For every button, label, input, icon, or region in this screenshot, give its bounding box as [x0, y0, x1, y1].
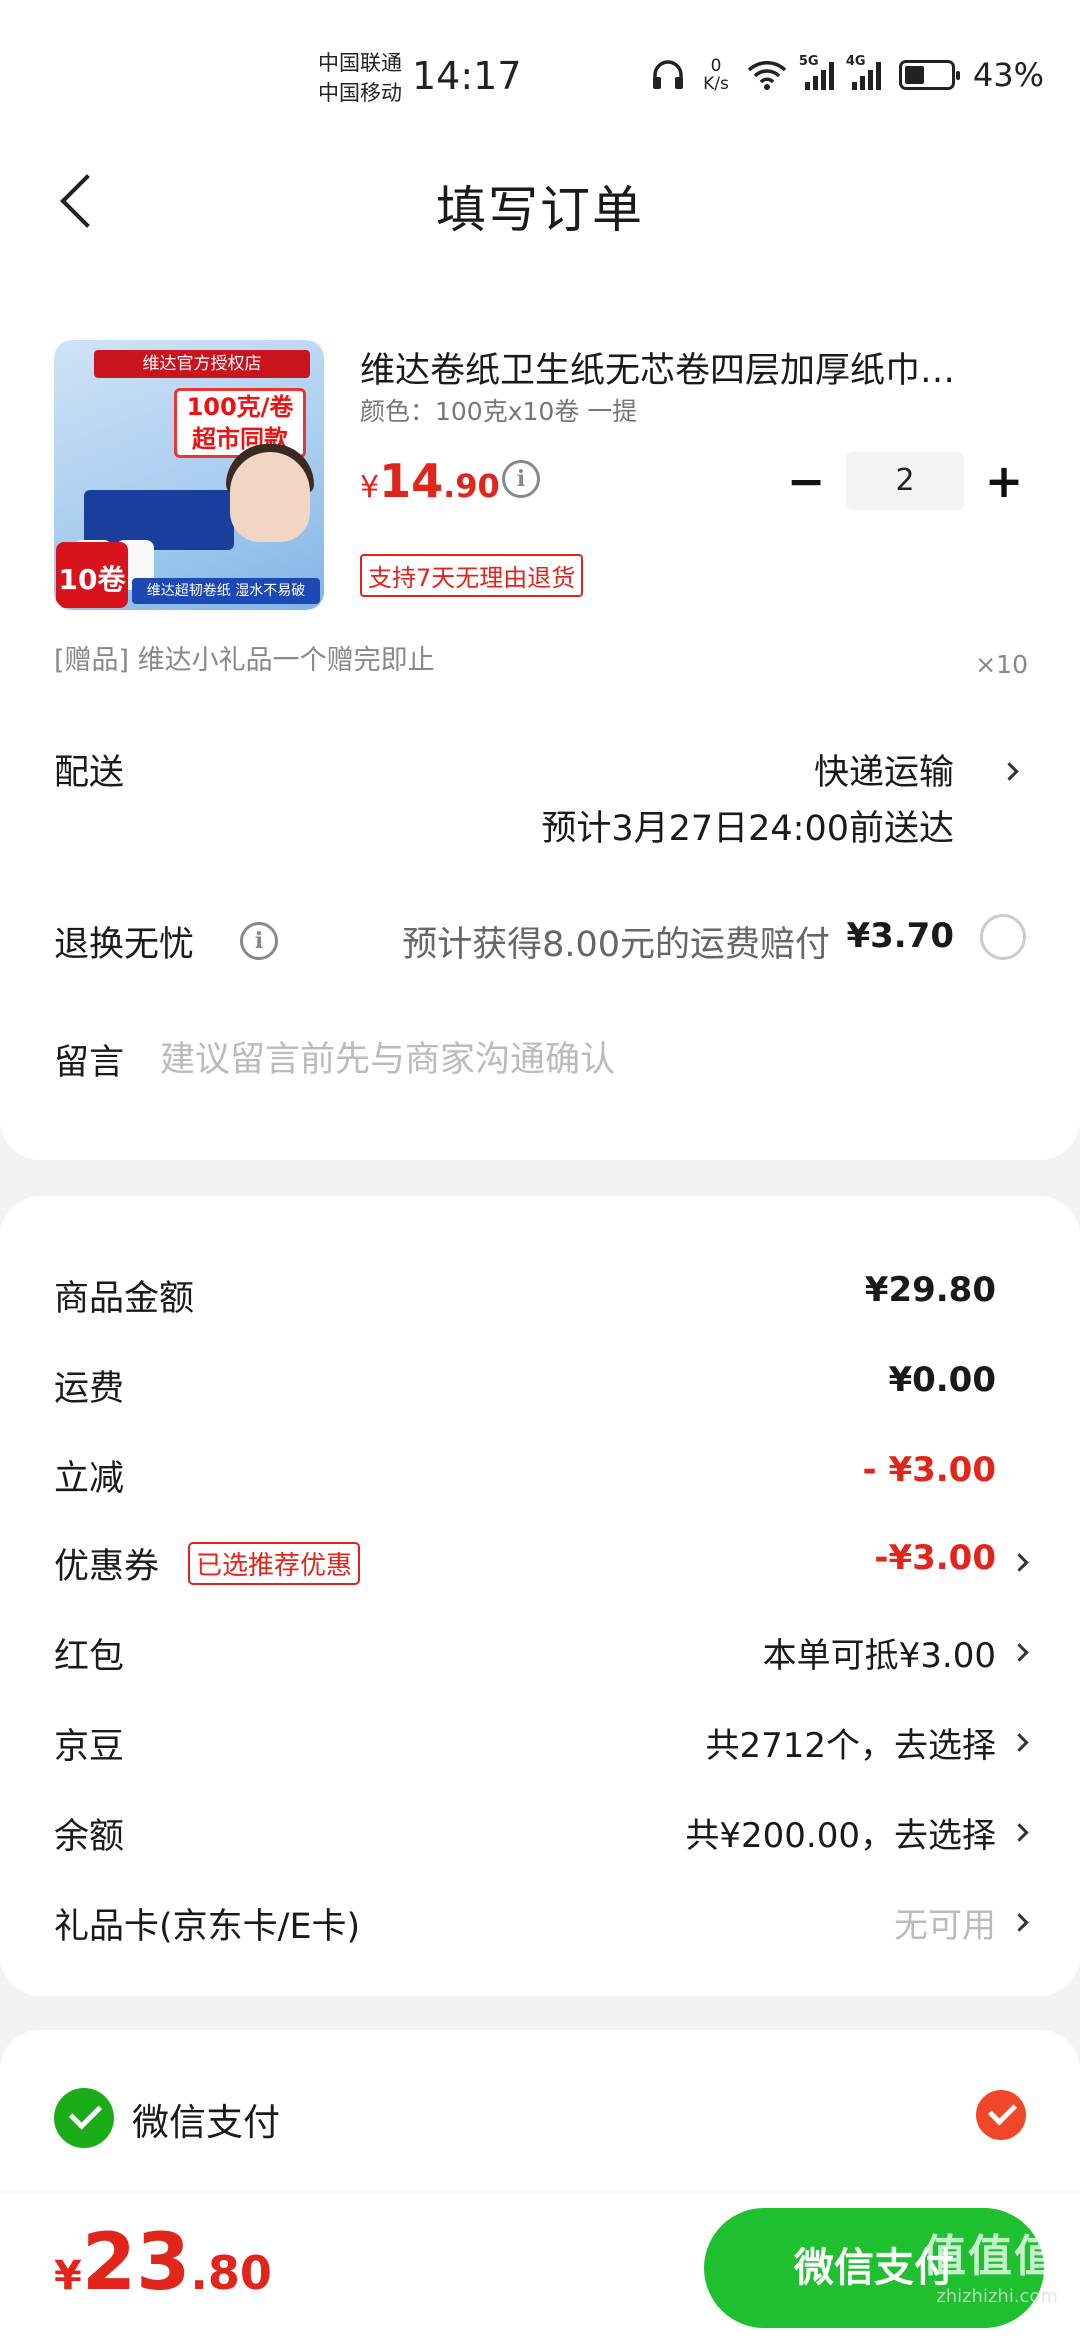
chevron-right-icon[interactable] — [1010, 1553, 1029, 1572]
chevron-right-icon[interactable] — [1010, 1913, 1029, 1932]
carrier-2: 中国移动 — [318, 81, 402, 105]
image-store-badge: 维达官方授权店 — [94, 350, 310, 378]
net-speed-value: 0 — [710, 56, 722, 76]
watermark-brand: 值值值 — [922, 2231, 1060, 2282]
delivery-eta: 预计3月27日24:00前送达 — [541, 809, 954, 849]
fee-value: 无可用 — [894, 1906, 996, 1946]
fee-summary-card: 商品金额 ¥29.80 运费 ¥0.00 立减 - ¥3.00 优惠券 已选推荐… — [0, 1196, 1080, 1996]
signal-5g-label: 5G — [798, 54, 819, 69]
status-time: 14:17 — [412, 54, 522, 98]
fee-row-coupon[interactable]: 优惠券 已选推荐优惠 -¥3.00 — [0, 1534, 1080, 1594]
chevron-right-icon[interactable] — [1010, 1643, 1029, 1662]
insurance-info-icon[interactable]: i — [240, 922, 278, 960]
price-decimal: .90 — [443, 467, 500, 505]
payment-card: 微信支付 ¥23.80 微信支付 — [0, 2030, 1080, 2340]
coupon-tag: 已选推荐优惠 — [188, 1542, 361, 1585]
fee-label: 京豆 — [54, 1727, 125, 1767]
net-speed-unit: K/s — [703, 74, 729, 94]
signal-4g-icon: 4G — [846, 54, 881, 90]
page-header: 填写订单 — [0, 110, 1080, 290]
fee-row-jd-beans[interactable]: 京豆 共2712个，去选择 — [0, 1714, 1080, 1774]
signal-4g-label: 4G — [845, 54, 866, 69]
payment-method-label[interactable]: 微信支付 — [132, 2092, 280, 2146]
return-policy-tag: 支持7天无理由退货 — [360, 554, 584, 597]
total-decimal: .80 — [190, 2246, 272, 2300]
image-strip-text: 维达超韧卷纸 湿水不易破 — [132, 578, 320, 604]
order-total: ¥23.80 — [54, 2218, 272, 2308]
fee-label: 优惠券 — [54, 1547, 160, 1587]
fee-value: 共2712个，去选择 — [705, 1726, 996, 1766]
battery-fill — [904, 66, 924, 84]
fee-value: -¥3.00 — [874, 1538, 996, 1578]
image-roll-count: 10卷 — [56, 542, 128, 608]
insurance-label: 退换无忧 — [54, 925, 195, 965]
message-label: 留言 — [54, 1043, 125, 1083]
wifi-icon — [747, 61, 787, 90]
decrease-quantity-button[interactable]: − — [780, 455, 832, 507]
price-info-icon[interactable]: i — [502, 460, 540, 498]
fee-value: ¥29.80 — [864, 1270, 996, 1310]
wechat-pay-icon — [54, 2088, 114, 2148]
chevron-right-icon[interactable] — [1010, 1733, 1029, 1752]
watermark-site: zhizhizhi.com — [936, 2286, 1058, 2307]
battery-percent: 43% — [972, 56, 1044, 94]
chevron-right-icon[interactable] — [1010, 1823, 1029, 1842]
product-price: ¥14.90 — [360, 454, 500, 508]
order-card: 维达官方授权店 100克/卷 超市同款 10卷 维达超韧卷纸 湿水不易破 维达卷… — [0, 290, 1080, 1160]
carrier-1: 中国联通 — [318, 51, 402, 75]
fee-label: 商品金额 — [54, 1279, 195, 1319]
fee-row-balance[interactable]: 余额 共¥200.00，去选择 — [0, 1804, 1080, 1864]
fee-value: 共¥200.00，去选择 — [685, 1816, 996, 1856]
carrier-info: 中国联通 中国移动 — [318, 48, 402, 108]
insurance-price: ¥3.70 — [846, 916, 954, 956]
fee-label: 余额 — [54, 1817, 125, 1857]
fee-row-shipping: 运费 ¥0.00 — [0, 1356, 1080, 1416]
divider — [0, 2190, 1080, 2194]
headphones-icon — [653, 60, 684, 89]
fee-value: 本单可抵¥3.00 — [762, 1636, 996, 1676]
page-title: 填写订单 — [436, 181, 644, 239]
fee-row-goods-amount: 商品金额 ¥29.80 — [0, 1266, 1080, 1326]
fee-value: - ¥3.00 — [862, 1450, 997, 1490]
fee-label: 立减 — [54, 1459, 125, 1499]
fee-label: 礼品卡(京东卡/E卡) — [54, 1907, 361, 1947]
message-input[interactable] — [160, 1030, 1020, 1090]
gift-quantity: ×10 — [975, 650, 1028, 679]
fee-label: 红包 — [54, 1637, 125, 1677]
battery-icon — [898, 60, 960, 90]
image-face — [230, 452, 310, 542]
signal-5g-icon: 5G — [799, 54, 834, 90]
delivery-method[interactable]: 快递运输 — [814, 744, 954, 795]
product-title[interactable]: 维达卷纸卫生纸无芯卷四层加厚纸巾… — [360, 342, 1020, 393]
product-spec[interactable]: 颜色：100克x10卷 一提 — [360, 392, 637, 428]
fee-row-gift-card[interactable]: 礼品卡(京东卡/E卡) 无可用 — [0, 1894, 1080, 1954]
total-integer: 23 — [81, 2218, 191, 2308]
system-icons: 0 K/s 5G 4G 43% — [651, 54, 1044, 94]
quantity-value[interactable]: 2 — [846, 452, 964, 510]
insurance-text: 预计获得8.00元的运费赔付 — [402, 925, 830, 965]
status-bar: 中国联通 中国移动 14:17 0 K/s 5G 4G 43% — [0, 0, 1080, 110]
delivery-chevron-icon[interactable] — [1000, 762, 1019, 781]
fee-label: 运费 — [54, 1369, 125, 1409]
increase-quantity-button[interactable]: + — [978, 455, 1030, 507]
price-currency: ¥ — [360, 470, 380, 505]
gift-text: [赠品] 维达小礼品一个赠完即止 — [54, 645, 435, 676]
insurance-radio[interactable] — [980, 914, 1026, 960]
fee-row-red-packet[interactable]: 红包 本单可抵¥3.00 — [0, 1624, 1080, 1684]
product-image[interactable]: 维达官方授权店 100克/卷 超市同款 10卷 维达超韧卷纸 湿水不易破 — [54, 340, 324, 610]
quantity-stepper: − 2 + — [780, 452, 1030, 510]
net-speed: 0 K/s — [703, 57, 729, 93]
payment-selected-check-icon[interactable] — [976, 2090, 1026, 2140]
fee-row-discount: 立减 - ¥3.00 — [0, 1446, 1080, 1506]
fee-value: ¥0.00 — [888, 1360, 996, 1400]
total-currency: ¥ — [54, 2253, 82, 2299]
price-integer: 14 — [379, 454, 444, 508]
delivery-label: 配送 — [54, 753, 125, 793]
